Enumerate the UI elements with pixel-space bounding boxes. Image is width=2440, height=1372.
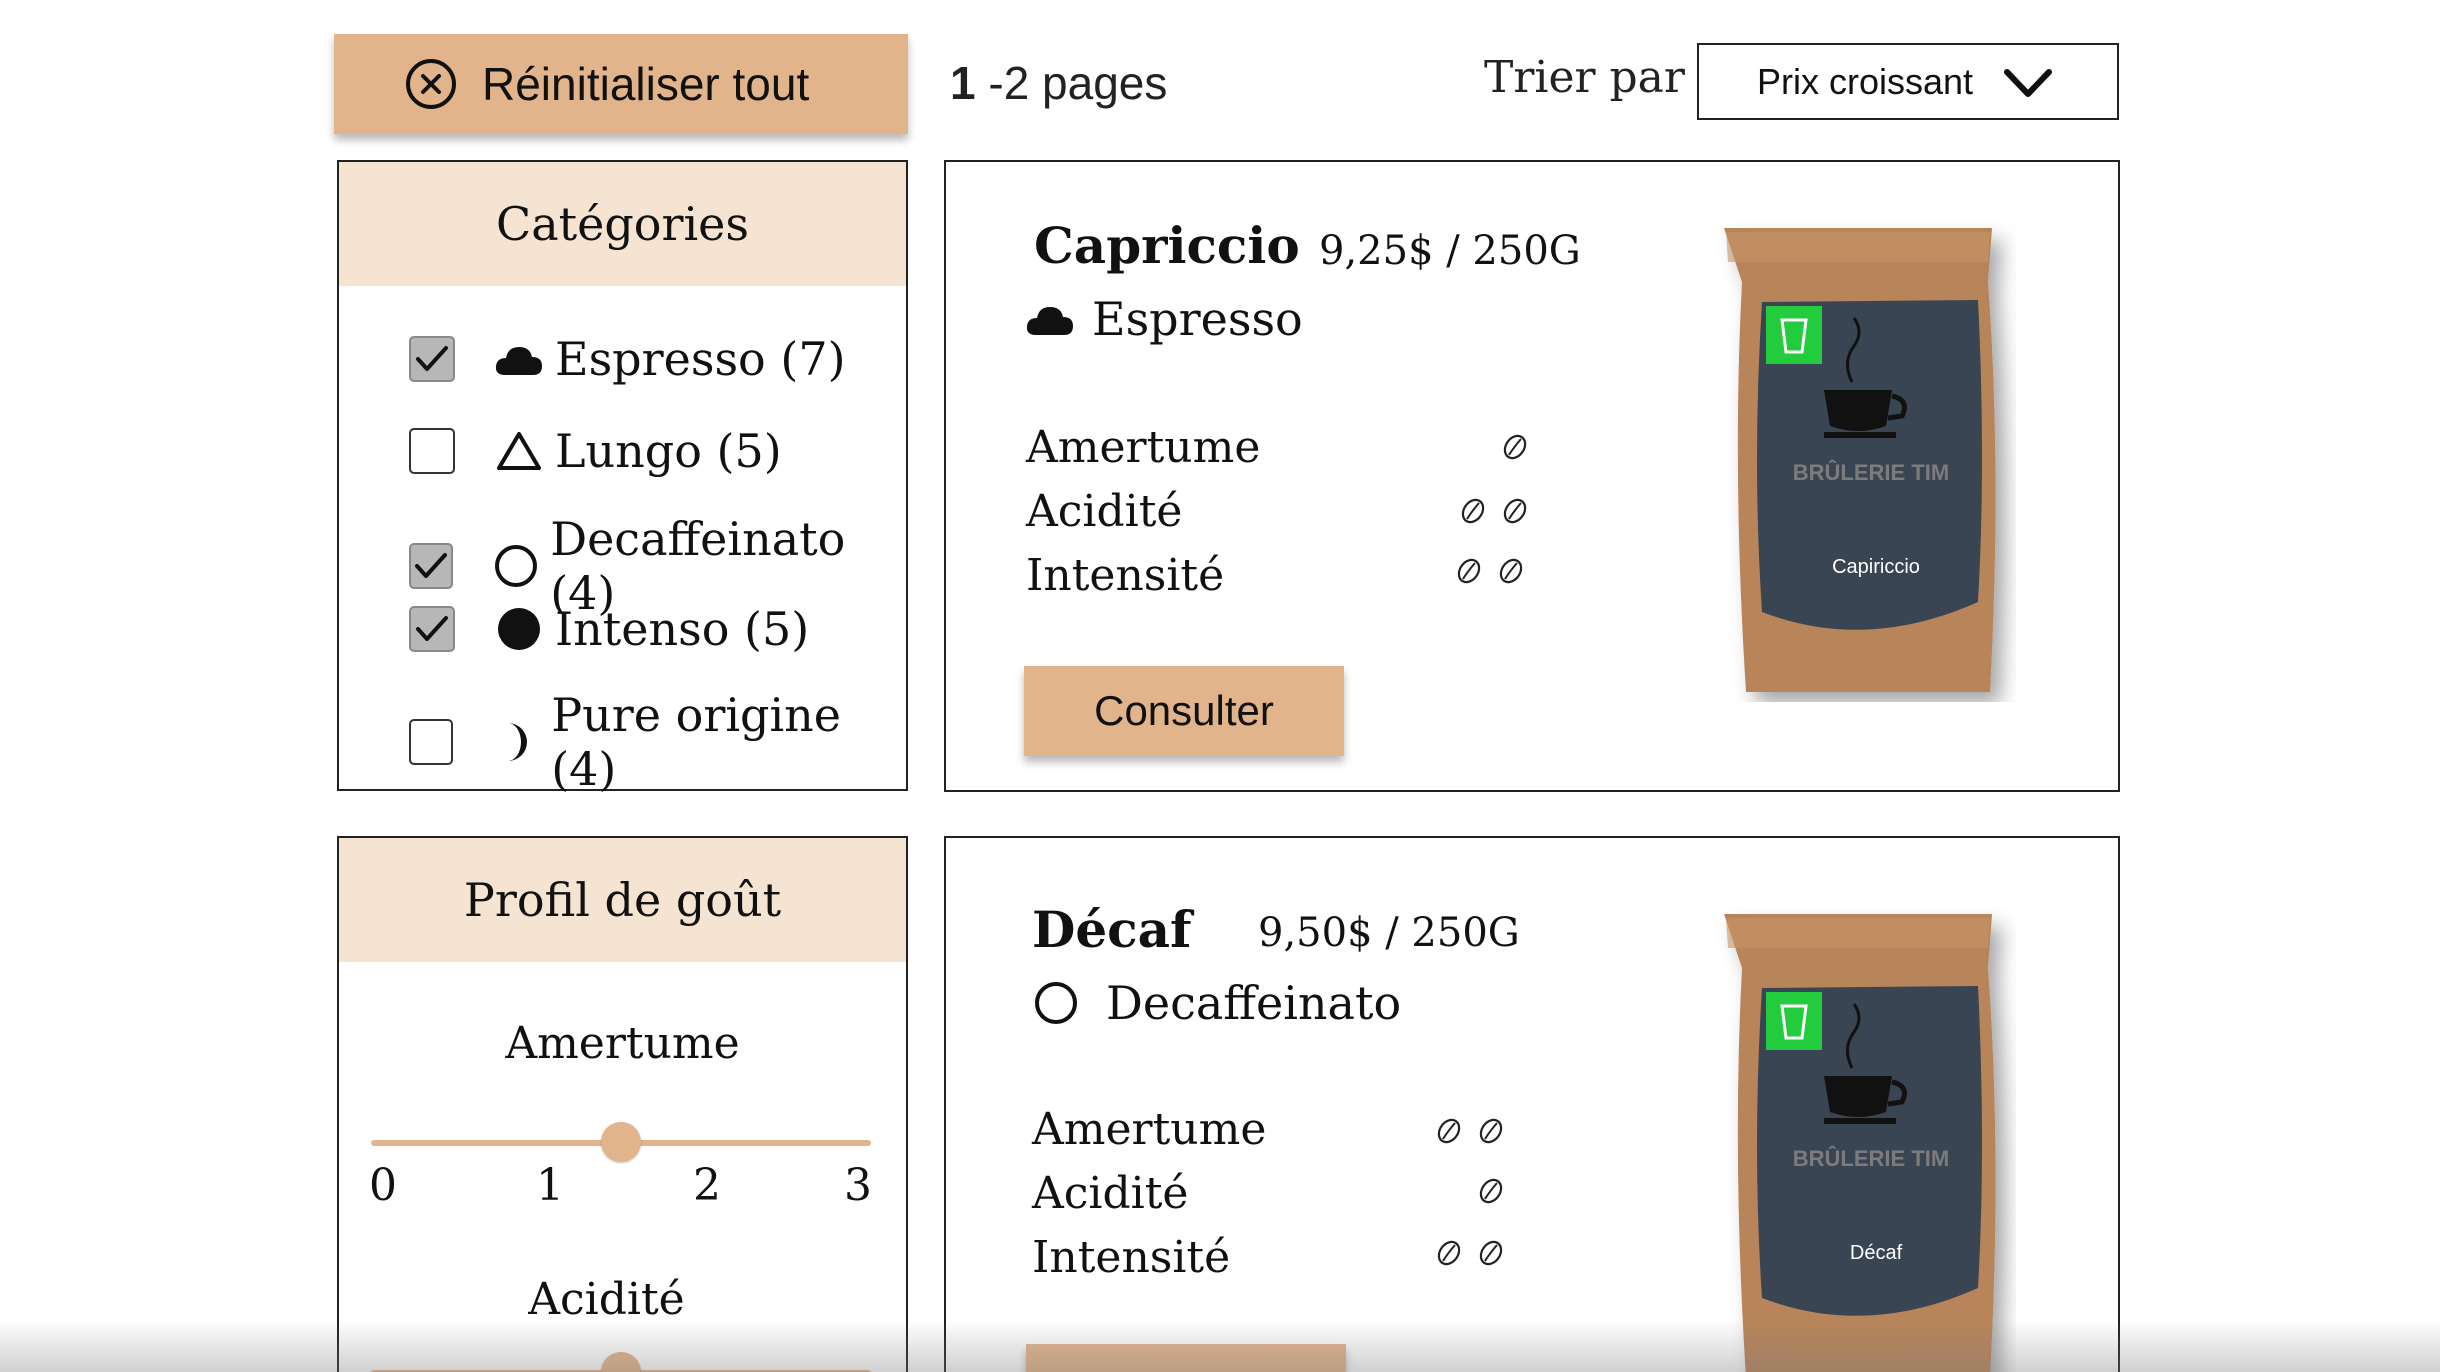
checkmark-icon (416, 616, 448, 641)
circle-filled-icon (493, 603, 545, 655)
coffee-bean-icon (1461, 498, 1485, 524)
coffee-bean-icon (1437, 1118, 1461, 1144)
sort-dropdown[interactable]: Prix croissant (1697, 43, 2119, 120)
bean-rating (1454, 556, 1526, 586)
slider-tick: 3 (844, 1160, 872, 1211)
category-item[interactable]: Intenso (5) (409, 602, 809, 656)
coffee-bean-icon (1479, 1178, 1503, 1204)
category-checkbox[interactable] (409, 336, 455, 382)
reset-all-label: Réinitialiser tout (482, 58, 810, 110)
category-checkbox[interactable] (409, 543, 453, 589)
bitterness-slider[interactable] (371, 1122, 871, 1162)
category-label: Lungo (5) (555, 424, 782, 478)
product-image[interactable]: BRÛLERIE TIM Capiriccio (1716, 222, 2016, 707)
sort-value: Prix croissant (1757, 60, 1974, 102)
taste-profile-panel: Profil de goût Amertume 0 1 2 3 Acidité (337, 836, 908, 1372)
sort-label: Trier par (1484, 52, 1685, 103)
coffee-bean-icon (1503, 434, 1527, 460)
attribute-label: Intensité (1026, 550, 1225, 601)
taste-profile-title: Profil de goût (339, 838, 906, 962)
category-checkbox[interactable] (409, 606, 455, 652)
acidity-slider-label: Acidité (528, 1274, 685, 1325)
category-checkbox[interactable] (409, 719, 454, 765)
crescent-icon (491, 716, 541, 768)
product-price: 9,50$ / 250G (1258, 910, 1520, 956)
coffee-bean-icon (1457, 558, 1481, 584)
bag-label-text: Capiriccio (1832, 556, 1920, 578)
category-item[interactable]: Espresso (7) (409, 332, 846, 386)
bag-brand-text: BRÛLERIE TIM (1792, 460, 1950, 485)
bitterness-slider-label: Amertume (505, 1018, 740, 1069)
category-item[interactable]: Lungo (5) (409, 424, 782, 478)
bean-rating (1434, 1238, 1506, 1268)
chevron-down-icon (2004, 69, 2052, 97)
consult-button[interactable]: Consulter (1024, 666, 1344, 756)
product-card: Décaf 9,50$ / 250G Decaffeinato Amertume… (944, 836, 2120, 1372)
slider-tick: 2 (693, 1160, 721, 1211)
category-label: Espresso (7) (555, 332, 846, 386)
pagination-info: 1 -2 pages (950, 56, 1167, 110)
categories-panel: Catégories Espresso (7) Lungo (5) Decaffei… (337, 160, 908, 796)
attribute-label: Intensité (1032, 1232, 1231, 1283)
product-category-label: Decaffeinato (1106, 976, 1402, 1030)
coffee-bean-icon (1499, 558, 1523, 584)
category-checkbox[interactable] (409, 428, 455, 474)
product-category: Espresso (1024, 292, 1303, 346)
slider-tick: 1 (536, 1160, 564, 1211)
close-circle-icon (406, 59, 456, 109)
attribute-label: Amertume (1032, 1104, 1267, 1155)
reset-all-button[interactable]: Réinitialiser tout (334, 34, 908, 134)
coffee-bean-icon (1503, 498, 1527, 524)
bag-label-text: Décaf (1849, 1242, 1903, 1264)
bean-rating (1476, 1176, 1506, 1206)
bitterness-slider-thumb[interactable] (601, 1122, 641, 1162)
pages-total: -2 pages (975, 57, 1168, 109)
categories-title: Catégories (339, 162, 906, 286)
product-card: Capriccio 9,25$ / 250G Espresso Amertume… (944, 160, 2120, 792)
coffee-bean-icon (1479, 1240, 1503, 1266)
coffee-bean-icon (1437, 1240, 1461, 1266)
product-image[interactable]: BRÛLERIE TIM Décaf (1716, 908, 2016, 1372)
checkmark-icon (414, 553, 447, 578)
bag-brand-text: BRÛLERIE TIM (1792, 1146, 1950, 1171)
coffee-bean-icon (1479, 1118, 1503, 1144)
checkmark-icon (416, 346, 448, 371)
bottom-scroll-shadow (0, 1320, 2440, 1372)
product-name[interactable]: Décaf (1032, 900, 1192, 959)
attribute-label: Acidité (1026, 486, 1183, 537)
current-page[interactable]: 1 (950, 57, 976, 109)
product-category-label: Espresso (1092, 292, 1303, 346)
attribute-label: Acidité (1032, 1168, 1189, 1219)
attribute-label: Amertume (1026, 422, 1261, 473)
product-category: Decaffeinato (1030, 976, 1401, 1030)
cloud-icon (493, 333, 545, 385)
circle-outline-icon (491, 540, 540, 592)
category-label: Intenso (5) (555, 602, 810, 656)
bean-rating (1458, 496, 1530, 526)
bean-rating (1500, 432, 1530, 462)
product-price: 9,25$ / 250G (1319, 228, 1581, 274)
circle-outline-icon (1030, 977, 1082, 1029)
slider-tick: 0 (369, 1160, 397, 1211)
cloud-icon (1024, 293, 1076, 345)
product-name[interactable]: Capriccio (1034, 216, 1300, 275)
bean-rating (1434, 1116, 1506, 1146)
category-label: Pure origine (4) (551, 688, 842, 796)
triangle-icon (493, 425, 545, 477)
category-item[interactable]: Pure origine (4) (409, 688, 906, 796)
